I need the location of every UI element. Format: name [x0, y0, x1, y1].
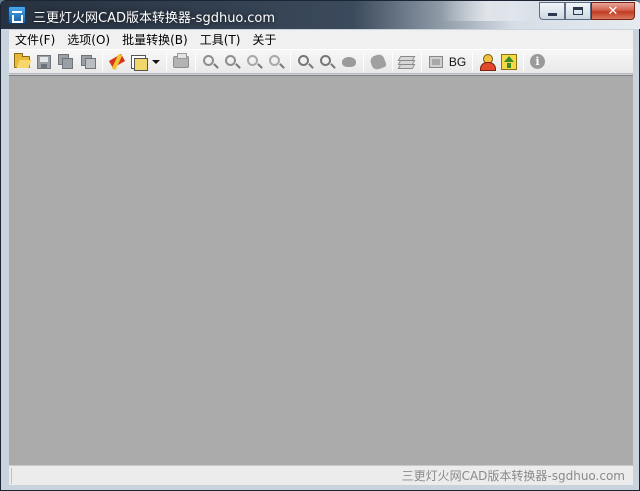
- print-button[interactable]: [170, 51, 191, 72]
- save-as-button[interactable]: [77, 51, 98, 72]
- toolbar-separator: [290, 52, 291, 71]
- status-divider: [11, 468, 12, 484]
- home-icon: [500, 53, 517, 70]
- about-button[interactable]: i: [527, 51, 548, 72]
- user-icon: [479, 53, 496, 71]
- open-button[interactable]: [11, 51, 32, 72]
- save-as-icon: [80, 54, 96, 70]
- toolbar-separator: [166, 52, 167, 71]
- batch-dropdown-button[interactable]: [150, 51, 162, 72]
- close-icon: ✕: [607, 3, 619, 19]
- close-button[interactable]: ✕: [591, 2, 635, 20]
- zoom-in-button[interactable]: [221, 51, 242, 72]
- minimize-icon: [547, 12, 557, 16]
- menu-file[interactable]: 文件(F): [9, 31, 61, 48]
- zoom-window-icon: [246, 54, 258, 66]
- monitor-icon: [428, 55, 443, 68]
- view-3d-button[interactable]: [338, 51, 359, 72]
- batch-document-icon: [130, 54, 148, 71]
- batch-convert-button[interactable]: [128, 51, 149, 72]
- app-logo-icon[interactable]: [8, 6, 26, 24]
- toolbar-separator: [392, 52, 393, 71]
- save-all-button[interactable]: [55, 51, 76, 72]
- toolbar-separator: [102, 52, 103, 71]
- zoom-in-icon: [224, 54, 236, 66]
- app-window: 三更灯火网CAD版本转换器-sgdhuo.com ✕ 文件(F) 选项(O) 批…: [0, 0, 640, 491]
- zoom-pan-button[interactable]: [265, 51, 286, 72]
- toolbar-separator: [472, 52, 473, 71]
- toolbar-separator: [523, 52, 524, 71]
- toolbar-separator: [421, 52, 422, 71]
- minimize-button[interactable]: [539, 2, 565, 20]
- bg-label: BG: [448, 54, 467, 69]
- title-bar[interactable]: 三更灯火网CAD版本转换器-sgdhuo.com ✕: [1, 1, 640, 29]
- layers-icon: [397, 55, 415, 69]
- menu-bar: 文件(F) 选项(O) 批量转换(B) 工具(T) 关于: [9, 30, 633, 49]
- maximize-button[interactable]: [565, 2, 591, 20]
- display-button[interactable]: [425, 51, 446, 72]
- drawing-canvas[interactable]: [9, 75, 633, 465]
- home-button[interactable]: [498, 51, 519, 72]
- zoom-extents-button[interactable]: [294, 51, 315, 72]
- window-title: 三更灯火网CAD版本转换器-sgdhuo.com: [33, 11, 276, 26]
- background-button[interactable]: BG: [447, 51, 468, 72]
- printer-icon: [172, 52, 189, 68]
- hand-icon: [368, 52, 387, 71]
- zoom-window-button[interactable]: [243, 51, 264, 72]
- chevron-down-icon: [152, 59, 160, 64]
- zoom-realtime-icon: [319, 54, 331, 66]
- zoom-extents-icon: [297, 54, 309, 66]
- orbit-icon: [341, 56, 356, 67]
- toolbar: BG i: [9, 49, 633, 74]
- toolbar-separator: [363, 52, 364, 71]
- zoom-out-icon: [202, 54, 214, 66]
- layers-button[interactable]: [396, 51, 417, 72]
- convert-button[interactable]: [106, 51, 127, 72]
- menu-batch-convert[interactable]: 批量转换(B): [116, 31, 194, 48]
- user-button[interactable]: [476, 51, 497, 72]
- menu-options[interactable]: 选项(O): [61, 31, 116, 48]
- pan-button[interactable]: [367, 51, 388, 72]
- toolbar-separator: [195, 52, 196, 71]
- convert-icon: [109, 54, 125, 70]
- status-bar: 三更灯火网CAD版本转换器-sgdhuo.com: [9, 465, 633, 485]
- maximize-icon: [573, 7, 583, 15]
- save-button[interactable]: [33, 51, 54, 72]
- menu-about[interactable]: 关于: [246, 31, 282, 48]
- save-icon: [36, 54, 51, 69]
- window-controls: ✕: [539, 2, 635, 21]
- zoom-out-button[interactable]: [199, 51, 220, 72]
- zoom-pan-icon: [268, 54, 280, 66]
- menu-tools[interactable]: 工具(T): [194, 31, 247, 48]
- title-glare: [441, 1, 536, 21]
- info-icon: i: [530, 54, 545, 69]
- save-all-icon: [57, 53, 74, 70]
- status-text: 三更灯火网CAD版本转换器-sgdhuo.com: [401, 469, 625, 483]
- zoom-realtime-button[interactable]: [316, 51, 337, 72]
- open-folder-icon: [13, 52, 30, 68]
